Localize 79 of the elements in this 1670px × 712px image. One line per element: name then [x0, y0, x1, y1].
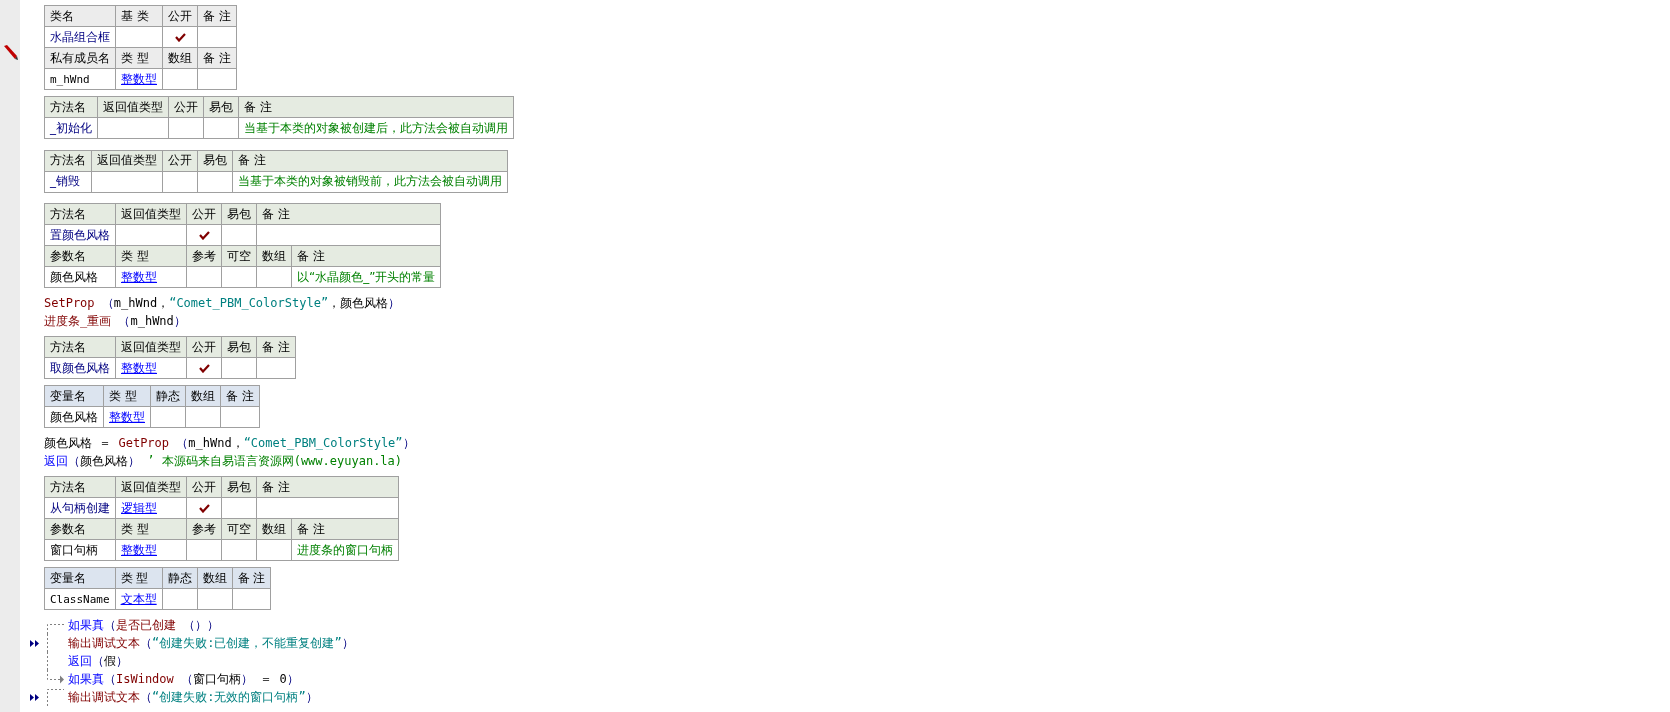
code-line: 返回（假） — [68, 652, 128, 670]
table-cell: _初始化 — [44, 117, 98, 139]
comment-cell: 当基于本类的对象被销毁前，此方法会被自动调用 — [232, 171, 508, 192]
table-cell: 水晶组合框 — [44, 26, 116, 48]
header-cell: 公开 — [162, 5, 198, 27]
header-cell: 类 型 — [103, 385, 151, 407]
header-cell: 备 注 — [197, 5, 237, 27]
type-link[interactable]: 整数型 — [115, 357, 187, 379]
table-cell: 颜色风格 — [44, 266, 116, 288]
pencil-icon — [2, 44, 18, 60]
header-cell: 公开 — [168, 96, 204, 118]
header-cell: 公开 — [186, 476, 222, 498]
type-link[interactable]: 整数型 — [115, 68, 163, 90]
header-cell: 返回值类型 — [115, 336, 187, 358]
header-cell: 备 注 — [256, 476, 399, 498]
header-cell: 易包 — [197, 150, 233, 171]
header-cell: 备 注 — [256, 336, 296, 358]
header-cell: 方法名 — [44, 203, 116, 225]
comment-cell: 进度条的窗口句柄 — [291, 539, 399, 561]
header-cell: 返回值类型 — [97, 96, 169, 118]
header-cell: 备 注 — [238, 96, 514, 118]
table-cell: 颜色风格 — [44, 406, 104, 428]
comment-cell: 当基于本类的对象被创建后，此方法会被自动调用 — [238, 117, 514, 139]
code-line: 进度条_重画 （m_hWnd） — [44, 312, 186, 330]
header-cell: 易包 — [203, 96, 239, 118]
header-cell: 方法名 — [44, 96, 98, 118]
header-cell: 方法名 — [44, 476, 116, 498]
header-cell: 返回值类型 — [91, 150, 163, 171]
header-cell: 类名 — [44, 5, 116, 27]
header-cell: 备 注 — [232, 567, 271, 589]
table-cell: ClassName — [44, 588, 116, 610]
type-link[interactable]: 整数型 — [103, 406, 151, 428]
type-link[interactable]: 整数型 — [115, 539, 187, 561]
header-cell: 备 注 — [256, 203, 441, 225]
type-link[interactable]: 整数型 — [115, 266, 187, 288]
table-cell: 窗口句柄 — [44, 539, 116, 561]
header-cell: 静态 — [150, 385, 186, 407]
comment-cell: 以“水晶颜色_”开头的常量 — [291, 266, 441, 288]
header-cell: 参数名 — [44, 518, 116, 540]
table-cell: 从句柄创建 — [44, 497, 116, 519]
header-cell: 数组 — [197, 567, 233, 589]
table-cell: _销毁 — [44, 171, 92, 192]
header-cell: 返回值类型 — [115, 203, 187, 225]
header-cell: 公开 — [186, 336, 222, 358]
header-cell: 方法名 — [44, 150, 92, 171]
header-cell: 变量名 — [44, 385, 104, 407]
table-cell: 取颜色风格 — [44, 357, 116, 379]
header-cell: 参数名 — [44, 245, 116, 267]
check-icon — [198, 504, 210, 513]
code-line: 如果真（是否已创建 （）） — [68, 616, 220, 634]
check-icon — [198, 231, 210, 240]
code-line: 如果真（IsWindow （窗口句柄） ＝ 0） — [68, 670, 299, 688]
header-cell: 备 注 — [232, 150, 508, 171]
type-link[interactable]: 逻辑型 — [115, 497, 187, 519]
table-cell: m_hWnd — [44, 68, 116, 90]
header-cell: 静态 — [162, 567, 198, 589]
header-cell: 备 注 — [220, 385, 260, 407]
header-cell: 基 类 — [115, 5, 163, 27]
header-cell: 变量名 — [44, 567, 116, 589]
header-cell: 公开 — [186, 203, 222, 225]
code-line: SetProp （m_hWnd，“Comet_PBM_ColorStyle”，颜色风格） — [44, 294, 401, 312]
header-cell: 易包 — [221, 336, 257, 358]
header-cell: 私有成员名 — [44, 47, 116, 69]
code-line: 输出调试文本（“创建失败:已创建，不能重复创建”） — [68, 634, 354, 652]
check-icon — [174, 33, 186, 42]
header-cell: 返回值类型 — [115, 476, 187, 498]
header-cell: 易包 — [221, 476, 257, 498]
header-cell: 类 型 — [115, 567, 163, 589]
flow-line — [47, 689, 64, 706]
header-cell: 易包 — [221, 203, 257, 225]
code-line: 颜色风格 ＝ GetProp （m_hWnd，“Comet_PBM_ColorStyle”） — [44, 434, 415, 452]
code-line: 输出调试文本（“创建失败:无效的窗口句柄”） — [68, 688, 318, 706]
type-link[interactable]: 文本型 — [115, 588, 163, 610]
code-line: 返回（颜色风格） ’ 本源码来自易语言资源网(www.eyuyan.la) — [44, 452, 403, 470]
check-icon — [198, 364, 210, 373]
header-cell: 数组 — [185, 385, 221, 407]
header-cell: 方法名 — [44, 336, 116, 358]
table-cell: 置颜色风格 — [44, 224, 116, 246]
header-cell: 公开 — [162, 150, 198, 171]
